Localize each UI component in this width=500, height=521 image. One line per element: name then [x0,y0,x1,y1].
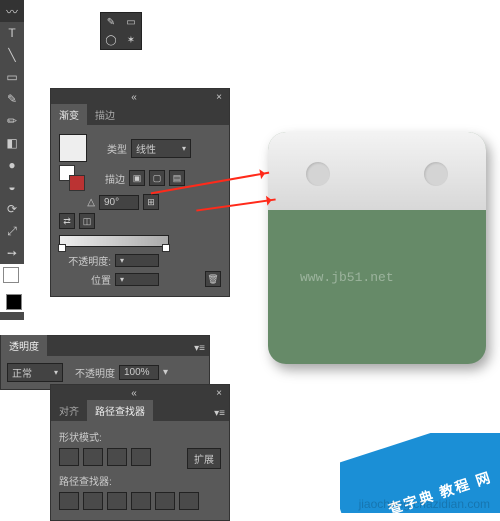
tab-row: 渐变 描边 [51,105,229,125]
stop-position-select[interactable] [115,273,159,286]
artwork-top-cap [268,132,486,210]
rotate-tool[interactable]: ⟳ [0,198,24,220]
gradient-ramp[interactable] [59,235,169,247]
width-tool[interactable]: ➙ [0,242,24,264]
artwork-hole-right [424,162,448,186]
line-tool[interactable]: ╲ [0,44,24,66]
close-icon[interactable]: × [213,92,225,103]
gradient-panel: « × 渐变 描边 类型 线性 描边 ▣ ▢ ▤ △ 90° ⊞ ⇄ ◫ [50,88,230,297]
grad-option-icon[interactable]: ◫ [79,213,95,229]
canvas-artwork [268,132,486,364]
collapse-icon[interactable]: « [128,92,140,103]
blend-tool[interactable]: ◧ [0,132,24,154]
blend-mode-select[interactable]: 正常 [7,363,63,382]
eraser-tool[interactable]: ◒ [0,176,24,198]
opacity-label: 不透明度: [59,253,111,268]
collapse-icon[interactable]: « [128,388,140,399]
stroke-align-2[interactable]: ▢ [149,170,165,186]
pathfinder-label: 路径查找器: [59,473,221,488]
rect-tool[interactable]: ▭ [0,66,24,88]
stroke-label: 描边 [89,171,125,186]
opacity-label: 不透明度 [67,365,115,380]
tab-gradient[interactable]: 渐变 [51,104,87,125]
stop-opacity-select[interactable] [115,254,159,267]
watermark-url: jiaocheng.chazidian.com [359,497,490,511]
type-select[interactable]: 线性 [131,139,191,158]
tab-stroke[interactable]: 描边 [87,104,123,125]
watermark-faint: www.jb51.net [300,270,394,285]
panel-menu-icon[interactable]: ▾≡ [190,341,209,356]
flyout-tool-4[interactable]: ✶ [121,31,141,49]
flyout-tool-1[interactable]: ✎ [101,13,121,31]
flyout-tool-panel: ✎ ▭ ◯ ✶ [100,12,142,50]
close-icon[interactable]: × [213,388,225,399]
shape-mode-label: 形状模式: [59,429,221,444]
angle-icon: △ [59,197,95,208]
pf-crop[interactable] [131,492,151,510]
shapemode-unite[interactable] [59,448,79,466]
panel-header[interactable]: « × [51,89,229,105]
pf-outline[interactable] [155,492,175,510]
transparency-panel: 透明度 ▾≡ 正常 不透明度 100% ▾ [0,335,210,390]
gradient-stop-start[interactable] [58,244,66,252]
shapemode-intersect[interactable] [107,448,127,466]
tab-transparency[interactable]: 透明度 [1,335,47,356]
tab-pathfinder[interactable]: 路径查找器 [87,400,153,421]
pf-minus-back[interactable] [179,492,199,510]
tools-toolbar: 〰 T ╲ ▭ ✎ ✏ ◧ ● ◒ ⟳ ⤢ ➙ [0,0,24,320]
blob-tool[interactable]: ● [0,154,24,176]
artwork-hole-left [306,162,330,186]
aspect-icon[interactable]: ⊞ [143,194,159,210]
reverse-gradient-icon[interactable]: ⇄ [59,213,75,229]
flyout-tool-3[interactable]: ◯ [101,31,121,49]
chevron-down-icon[interactable]: ▾ [163,367,168,378]
shapemode-minus-front[interactable] [83,448,103,466]
stroke-align-3[interactable]: ▤ [169,170,185,186]
panel-menu-icon[interactable]: ▾≡ [210,406,229,421]
shapemode-exclude[interactable] [131,448,151,466]
tab-align[interactable]: 对齐 [51,400,87,421]
gradient-stop-end[interactable] [162,244,170,252]
brush-tool[interactable]: ✎ [0,88,24,110]
opacity-field[interactable]: 100% [119,365,159,380]
fill-stroke-proxy[interactable] [59,165,85,191]
pencil-tool[interactable]: ✏ [0,110,24,132]
trash-icon[interactable]: 🗑 [205,271,221,287]
gradient-preview-swatch[interactable] [59,134,87,162]
pf-trim[interactable] [83,492,103,510]
pathfinder-panel: « × 对齐 路径查找器 ▾≡ 形状模式: 扩展 路径查找器: [50,384,230,521]
expand-button[interactable]: 扩展 [187,448,221,469]
flyout-tool-2[interactable]: ▭ [121,13,141,31]
type-tool[interactable]: T [0,22,24,44]
pf-merge[interactable] [107,492,127,510]
type-label: 类型 [91,141,127,156]
stroke-color-swatch[interactable] [0,288,24,312]
position-label: 位置 [59,272,111,287]
lasso-tool[interactable]: 〰 [0,0,24,22]
fill-color-swatch[interactable] [0,264,24,288]
angle-field[interactable]: 90° [99,195,139,210]
pf-divide[interactable] [59,492,79,510]
stroke-align-1[interactable]: ▣ [129,170,145,186]
scale-tool[interactable]: ⤢ [0,220,24,242]
